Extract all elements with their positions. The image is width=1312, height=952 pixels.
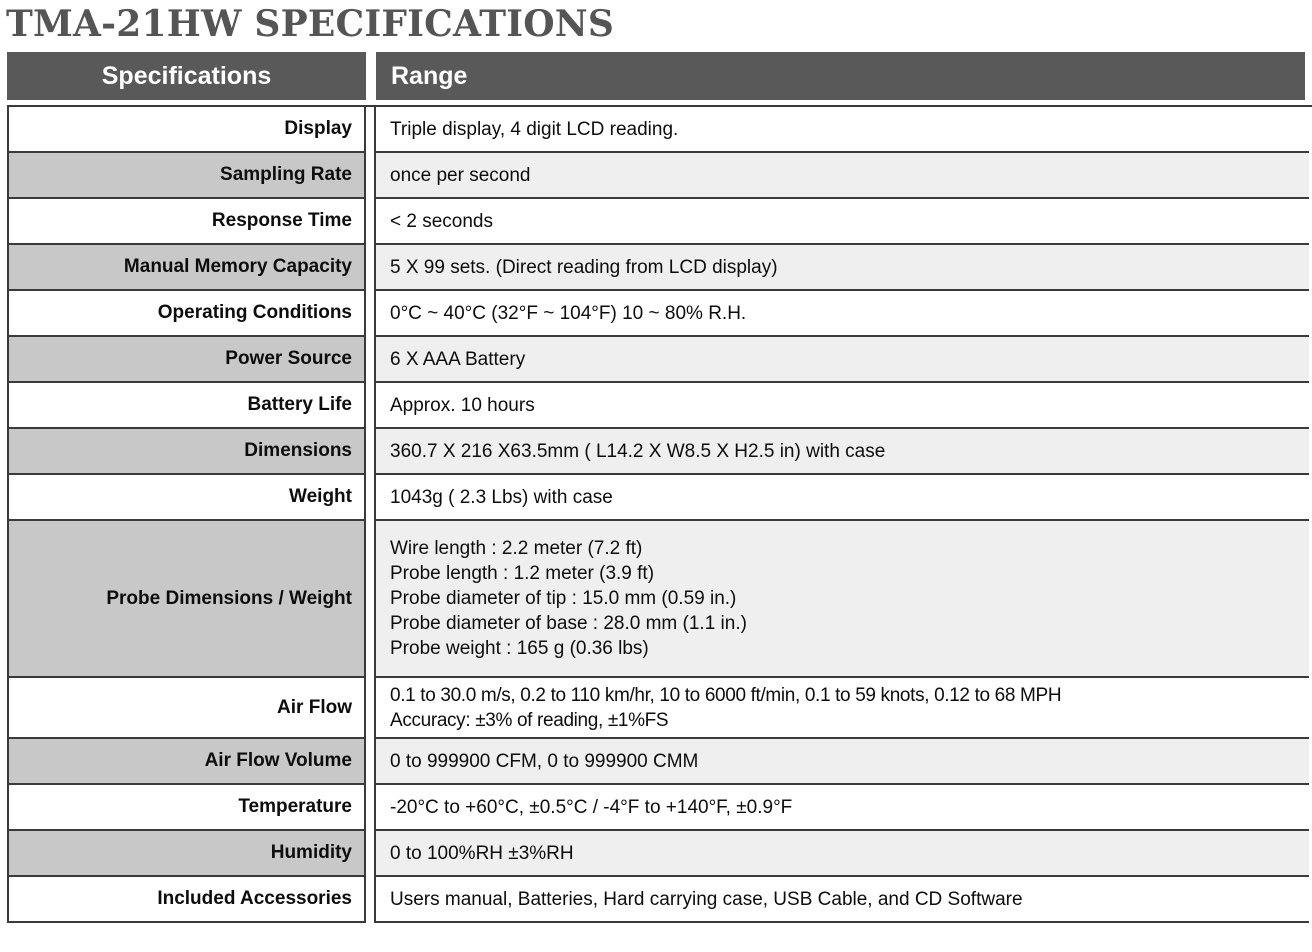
spec-label-cell: Probe Dimensions / Weight bbox=[7, 521, 366, 678]
table-row: Display Triple display, 4 digit LCD readi… bbox=[7, 107, 1312, 153]
table-row: Air Flow Volume 0 to 999900 CFM, 0 to 999… bbox=[7, 739, 1312, 785]
spec-value-cell: 0 to 100%RH ±3%RH bbox=[374, 831, 1309, 877]
spec-value-text: 6 X AAA Battery bbox=[390, 348, 526, 370]
page-title: TMA-21HW SPECIFICATIONS bbox=[6, 3, 615, 45]
table-row: Operating Conditions 0°C ~ 40°C (32°F ~ 1… bbox=[7, 291, 1312, 337]
spec-label-cell: Operating Conditions bbox=[7, 291, 366, 337]
spec-value-text: 0 to 100%RH ±3%RH bbox=[390, 842, 574, 864]
table-row: Humidity 0 to 100%RH ±3%RH bbox=[7, 831, 1312, 877]
table-row: Sampling Rate once per second bbox=[7, 153, 1312, 199]
spec-value-text: -20°C to +60°C, ±0.5°C / -4°F to +140°F,… bbox=[390, 796, 793, 818]
table-row: Manual Memory Capacity 5 X 99 sets. (Dire… bbox=[7, 245, 1312, 291]
spec-value-cell: Triple display, 4 digit LCD reading. bbox=[374, 107, 1309, 153]
table-body: Display Triple display, 4 digit LCD readi… bbox=[7, 105, 1312, 923]
spec-value-cell: 360.7 X 216 X63.5mm ( L14.2 X W8.5 X H2.… bbox=[374, 429, 1309, 475]
spec-label-cell: Sampling Rate bbox=[7, 153, 366, 199]
spec-value-cell: < 2 seconds bbox=[374, 199, 1309, 245]
spec-value-cell: 1043g ( 2.3 Lbs) with case bbox=[374, 475, 1309, 521]
specifications-page: TMA-21HW SPECIFICATIONS Specifications R… bbox=[0, 0, 1312, 952]
spec-label-cell: Air Flow Volume bbox=[7, 739, 366, 785]
table-row: Response Time < 2 seconds bbox=[7, 199, 1312, 245]
column-header-range: Range bbox=[376, 52, 1305, 100]
spec-value-text: < 2 seconds bbox=[390, 210, 493, 232]
spec-value-cell: -20°C to +60°C, ±0.5°C / -4°F to +140°F,… bbox=[374, 785, 1309, 831]
spec-value-text: Triple display, 4 digit LCD reading. bbox=[390, 118, 679, 140]
spec-value-cell: once per second bbox=[374, 153, 1309, 199]
spec-value-cell: 0 to 999900 CFM, 0 to 999900 CMM bbox=[374, 739, 1309, 785]
spec-label-cell: Display bbox=[7, 107, 366, 153]
table-row: Probe Dimensions / Weight Wire length : 2… bbox=[7, 521, 1312, 678]
spec-value-text: 1043g ( 2.3 Lbs) with case bbox=[390, 486, 613, 508]
spec-label-cell: Manual Memory Capacity bbox=[7, 245, 366, 291]
table-row: Temperature -20°C to +60°C, ±0.5°C / -4°F… bbox=[7, 785, 1312, 831]
table-row: Air Flow 0.1 to 30.0 m/s, 0.2 to 110 km/h… bbox=[7, 678, 1312, 739]
spec-label-cell: Power Source bbox=[7, 337, 366, 383]
spec-value-cell: Users manual, Batteries, Hard carrying c… bbox=[374, 877, 1309, 923]
column-header-specifications: Specifications bbox=[7, 52, 366, 100]
spec-value-text: Approx. 10 hours bbox=[390, 394, 535, 416]
spec-value-text: 5 X 99 sets. (Direct reading from LCD di… bbox=[390, 256, 778, 278]
spec-label-cell: Weight bbox=[7, 475, 366, 521]
spec-value-text: 360.7 X 216 X63.5mm ( L14.2 X W8.5 X H2.… bbox=[390, 440, 886, 462]
spec-value-text: Wire length : 2.2 meter (7.2 ft) Probe l… bbox=[390, 538, 747, 659]
spec-label-cell: Air Flow bbox=[7, 678, 366, 739]
table-row: Dimensions 360.7 X 216 X63.5mm ( L14.2 X … bbox=[7, 429, 1312, 475]
table-row: Weight 1043g ( 2.3 Lbs) with case bbox=[7, 475, 1312, 521]
specifications-table: Specifications Range Display Triple displ… bbox=[0, 52, 1312, 923]
spec-value-cell: 6 X AAA Battery bbox=[374, 337, 1309, 383]
spec-label-cell: Response Time bbox=[7, 199, 366, 245]
spec-label-cell: Humidity bbox=[7, 831, 366, 877]
table-row: Power Source 6 X AAA Battery bbox=[7, 337, 1312, 383]
spec-value-cell: 0.1 to 30.0 m/s, 0.2 to 110 km/hr, 10 to… bbox=[374, 678, 1309, 739]
spec-value-cell: Wire length : 2.2 meter (7.2 ft) Probe l… bbox=[374, 521, 1309, 678]
spec-value-cell: 5 X 99 sets. (Direct reading from LCD di… bbox=[374, 245, 1309, 291]
spec-value-text: once per second bbox=[390, 164, 531, 186]
spec-value-text: Users manual, Batteries, Hard carrying c… bbox=[390, 888, 1023, 910]
spec-label-cell: Battery Life bbox=[7, 383, 366, 429]
table-row: Included Accessories Users manual, Batter… bbox=[7, 877, 1312, 923]
spec-label-cell: Temperature bbox=[7, 785, 366, 831]
spec-label-cell: Included Accessories bbox=[7, 877, 366, 923]
spec-value-cell: 0°C ~ 40°C (32°F ~ 104°F) 10 ~ 80% R.H. bbox=[374, 291, 1309, 337]
spec-value-cell: Approx. 10 hours bbox=[374, 383, 1309, 429]
spec-value-text: 0 to 999900 CFM, 0 to 999900 CMM bbox=[390, 750, 699, 772]
table-header-row: Specifications Range bbox=[7, 52, 1312, 100]
spec-value-text: 0.1 to 30.0 m/s, 0.2 to 110 km/hr, 10 to… bbox=[390, 684, 1062, 731]
spec-label-cell: Dimensions bbox=[7, 429, 366, 475]
table-row: Battery Life Approx. 10 hours bbox=[7, 383, 1312, 429]
spec-value-text: 0°C ~ 40°C (32°F ~ 104°F) 10 ~ 80% R.H. bbox=[390, 302, 747, 324]
